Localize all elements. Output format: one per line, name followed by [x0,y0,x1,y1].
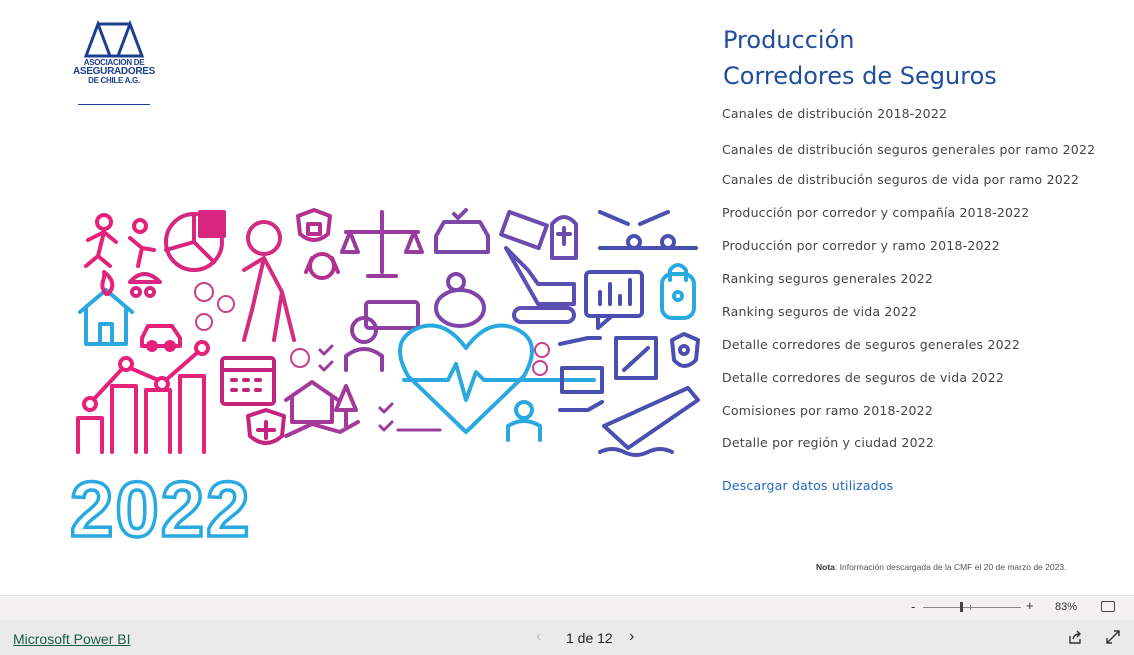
logo-text: ASOCIACION DE ASEGURADORES DE CHILE A.G. [72,58,156,85]
zoom-percent: 83% [1055,601,1078,613]
menu-item-ranking-vida[interactable]: Ranking seguros de vida 2022 [722,304,917,319]
zoom-out-button[interactable]: - [911,599,915,614]
note-label: Nota [816,562,835,572]
hand-money-icon [558,336,604,412]
logo-underline [78,104,150,105]
zoom-slider-thumb[interactable] [960,602,963,612]
piggy-bank-icon [434,272,486,328]
injured-person-icon [506,400,542,442]
accident-people-icon [84,213,156,268]
power-bi-link[interactable]: Microsoft Power BI [13,631,130,647]
logo-mark-icon [83,19,145,58]
menu-item-region-ciudad[interactable]: Detalle por región y ciudad 2022 [722,435,934,450]
zoom-slider-track[interactable] [923,607,1021,608]
tree-icon [334,384,358,428]
tombstone-icon [550,215,578,260]
car-crash-icon [140,324,182,352]
chevron-right-icon[interactable]: › [629,628,634,646]
footnote: Nota: Información descargada de la CMF e… [816,562,1066,572]
zoom-in-button[interactable]: + [1026,598,1034,613]
menu-item-canales-vida[interactable]: Canales de distribución seguros de vida … [722,172,1079,187]
growth-chart-icon [76,340,210,454]
house-fire-icon [78,270,134,346]
menu-item-detalle-vida[interactable]: Detalle corredores de seguros de vida 20… [722,370,1004,385]
health-shield-icon [246,408,286,445]
logo-line3: DE CHILE A.G. [88,76,140,85]
collision-icon [598,210,698,250]
family-icon [128,272,162,298]
report-canvas: ASOCIACION DE ASEGURADORES DE CHILE A.G. [0,0,1134,595]
asociacion-logo: ASOCIACION DE ASEGURADORES DE CHILE A.G. [72,19,156,106]
justice-scale-icon [340,210,424,278]
menu-item-corredor-compania[interactable]: Producción por corredor y compañía 2018-… [722,205,1029,220]
page-indicator: 1 de 12 [566,630,613,646]
menu-item-canales-2018-2022[interactable]: Canales de distribución 2018-2022 [722,106,947,121]
menu-item-comisiones[interactable]: Comisiones por ramo 2018-2022 [722,403,933,418]
fit-to-page-icon[interactable] [1101,601,1115,612]
sinking-ship-icon [598,386,700,457]
insured-car-icon [434,208,490,254]
pet-icon [304,252,340,280]
footer-bar: Microsoft Power BI ‹ 1 de 12 › [0,620,1134,655]
injury-icon [614,336,658,380]
lock-shield-icon [296,208,332,242]
zoom-bar: - + 83% [0,595,1134,620]
user-shield-icon [670,332,700,368]
note-text: : Información descargada de la CMF el 20… [834,562,1067,572]
title-line1: Producción [723,26,855,54]
calendar-icon [220,356,276,406]
pie-chart-icon [164,210,226,272]
year-text: 2022 [70,465,252,550]
menu-item-canales-generales[interactable]: Canales de distribución seguros generale… [722,142,1095,157]
insurance-icons-illustration: 2022 [68,208,700,550]
menu-item-corredor-ramo[interactable]: Producción por corredor y ramo 2018-2022 [722,238,1000,253]
menu-item-ranking-generales[interactable]: Ranking seguros generales 2022 [722,271,933,286]
page-title: Producción Corredores de Seguros [723,22,997,94]
padlock-icon [660,263,696,320]
download-data-link[interactable]: Descargar datos utilizados [722,478,893,493]
analytics-bubble-icon [584,270,644,330]
fullscreen-icon[interactable] [1106,630,1120,644]
zoom-slider-tick [970,605,971,610]
title-line2: Corredores de Seguros [723,62,997,90]
share-icon[interactable] [1068,630,1082,644]
logo-line2: ASEGURADORES [73,66,155,77]
menu-item-detalle-generales[interactable]: Detalle corredores de seguros generales … [722,337,1020,352]
chevron-left-icon[interactable]: ‹ [536,628,541,646]
elderly-person-icon [242,220,296,342]
cash-icon [499,209,549,251]
